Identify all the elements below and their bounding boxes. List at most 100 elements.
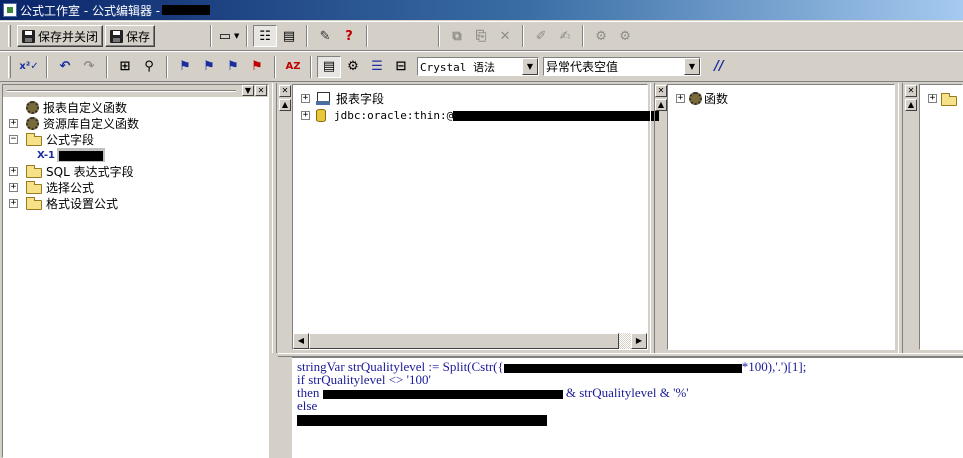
check-icon: x²✓	[19, 61, 39, 72]
help-icon: ?	[345, 28, 353, 44]
chevron-up-icon[interactable]: ▲	[279, 99, 291, 111]
scrollbar-thumb[interactable]	[309, 333, 619, 349]
fields-tree: + 报表字段 + jdbc:oracle:thin:@	[301, 90, 660, 124]
redacted-formula-name	[162, 5, 211, 15]
tree-view-icon: ☷	[259, 28, 271, 44]
chevron-up-icon[interactable]: ▲	[655, 99, 667, 111]
comment-button[interactable]: //	[707, 56, 731, 78]
expand-icon[interactable]: +	[928, 94, 937, 103]
toolbar-separator	[166, 55, 168, 78]
app-icon	[3, 3, 17, 17]
tree-item-format-formulas[interactable]: + 格式设置公式	[9, 195, 139, 211]
functions-tree: + 函数	[676, 90, 728, 107]
toolbar-separator	[46, 55, 48, 78]
rename-icon: ✐	[535, 28, 547, 44]
save-and-close-button[interactable]: 保存并关闭	[17, 25, 104, 47]
expand-icon[interactable]: +	[9, 118, 18, 128]
tree-item-selection-formulas[interactable]: + 选择公式	[9, 179, 139, 195]
tree-item-current-formula[interactable]: X-1	[9, 147, 139, 163]
toggle-functions-tree-button[interactable]: ⚙	[341, 56, 365, 78]
redo-button[interactable]: ↷	[77, 56, 101, 78]
tree-item-repository-functions[interactable]: + 资源库自定义函数	[9, 115, 139, 131]
expand-icon[interactable]: +	[301, 111, 310, 120]
toggle-dependencies-button[interactable]: ⊟	[389, 56, 413, 78]
window-title: 公式工作室 - 公式编辑器 -	[20, 3, 161, 18]
tree-item-report-functions[interactable]: 报表自定义函数	[9, 99, 139, 115]
vertical-splitter[interactable]	[898, 83, 903, 353]
gear-icon	[26, 100, 39, 114]
tree-item-report-fields[interactable]: + 报表字段	[301, 90, 659, 107]
toolbar-grip[interactable]	[8, 25, 11, 47]
properties-icon: ▤	[282, 28, 296, 44]
expand-icon[interactable]: +	[676, 94, 685, 103]
chevron-down-icon[interactable]: ▼	[684, 58, 700, 75]
close-icon[interactable]: ✕	[905, 85, 917, 97]
check-button[interactable]: x²✓	[17, 56, 41, 78]
toolbar-separator	[246, 25, 249, 47]
collapse-icon[interactable]: −	[9, 134, 18, 144]
paste-button[interactable]: ⎘	[469, 25, 493, 47]
database-icon	[316, 109, 326, 122]
chevron-left-icon[interactable]: ◀	[293, 333, 309, 349]
chevron-up-icon[interactable]: ▲	[905, 99, 917, 111]
copy-button[interactable]: ⧉	[445, 25, 469, 47]
pane-close-button[interactable]: ✕	[255, 85, 267, 96]
clear-bookmarks-button[interactable]: ⚑	[245, 56, 269, 78]
close-icon[interactable]: ✕	[279, 85, 291, 97]
toggle-bookmark-button[interactable]: ⚑	[173, 56, 197, 78]
redacted-field-name	[297, 414, 547, 426]
tree-item-functions[interactable]: + 函数	[676, 90, 728, 107]
new-button[interactable]: ▭ ▼	[217, 25, 241, 47]
syntax-select[interactable]: Crystal 语法 ▼	[417, 57, 539, 76]
tree-item-operators[interactable]: +	[928, 90, 961, 107]
pane-dropdown-button[interactable]: ▼	[242, 85, 254, 96]
formula-toolbar: x²✓ ↶ ↷ ⊞ ⚲ ⚑ ⚑ ⚑ ⚑ AZ ▤ ⚙ ☰ ⊟ Crystal 语…	[0, 51, 963, 82]
find-button[interactable]: ⚲	[137, 56, 161, 78]
delete-button[interactable]: ✕	[493, 25, 517, 47]
browse-data-button[interactable]: ⊞	[113, 56, 137, 78]
rename-button[interactable]: ✐	[529, 25, 553, 47]
function-extract-button[interactable]: ⚙	[613, 25, 637, 47]
undo-icon: ↶	[59, 59, 71, 74]
functions-tree-icon: ⚙	[347, 59, 359, 74]
chevron-down-icon[interactable]: ▼	[522, 58, 538, 75]
expert-button[interactable]: ✎	[313, 25, 337, 47]
expand-icon[interactable]: +	[9, 198, 18, 208]
help-button[interactable]: ?	[337, 25, 361, 47]
clear-bookmarks-icon: ⚑	[251, 59, 263, 74]
undo-button[interactable]: ↶	[53, 56, 77, 78]
tree-item-sql-expressions[interactable]: + SQL 表达式字段	[9, 163, 139, 179]
toggle-tree-button[interactable]: ☷	[253, 25, 278, 47]
toolbar-separator	[582, 25, 585, 47]
toggle-operators-tree-button[interactable]: ☰	[365, 56, 389, 78]
magic-wand-icon: ✎	[319, 28, 331, 44]
previous-bookmark-icon: ⚑	[227, 59, 239, 74]
chevron-right-icon[interactable]: ▶	[631, 333, 647, 349]
sort-tree-button[interactable]: AZ	[281, 56, 305, 78]
properties-button[interactable]: ▤	[277, 25, 301, 47]
previous-bookmark-button[interactable]: ⚑	[221, 56, 245, 78]
sort-az-icon: AZ	[285, 61, 301, 72]
expand-icon[interactable]: +	[9, 182, 18, 192]
formula-icon: X-1	[37, 149, 56, 161]
code-line: else	[297, 398, 318, 413]
toolbar-grip[interactable]	[8, 55, 11, 78]
tree-item-datasource[interactable]: + jdbc:oracle:thin:@	[301, 107, 660, 124]
horizontal-scrollbar[interactable]: ◀ ▶	[293, 333, 647, 349]
edit-button[interactable]: ✍	[553, 25, 577, 47]
vertical-splitter[interactable]	[650, 83, 655, 353]
save-button[interactable]: 保存	[105, 25, 156, 47]
null-handling-select[interactable]: 异常代表空值 ▼	[543, 57, 701, 76]
close-icon[interactable]: ✕	[655, 85, 667, 97]
toggle-fields-tree-button[interactable]: ▤	[317, 55, 341, 78]
title-bar: 公式工作室 - 公式编辑器 -	[0, 0, 963, 20]
vertical-splitter[interactable]	[272, 83, 277, 353]
expand-icon[interactable]: +	[301, 94, 310, 103]
tree-item-formula-fields[interactable]: − 公式字段	[9, 131, 139, 147]
expand-icon[interactable]: +	[9, 166, 18, 176]
next-bookmark-button[interactable]: ⚑	[197, 56, 221, 78]
function-settings-button[interactable]: ⚙	[589, 25, 613, 47]
next-bookmark-icon: ⚑	[203, 59, 215, 74]
gear-icon: ⚙	[619, 28, 631, 44]
formula-editor[interactable]: stringVar strQualitylevel := Split(Cstr(…	[292, 357, 963, 458]
